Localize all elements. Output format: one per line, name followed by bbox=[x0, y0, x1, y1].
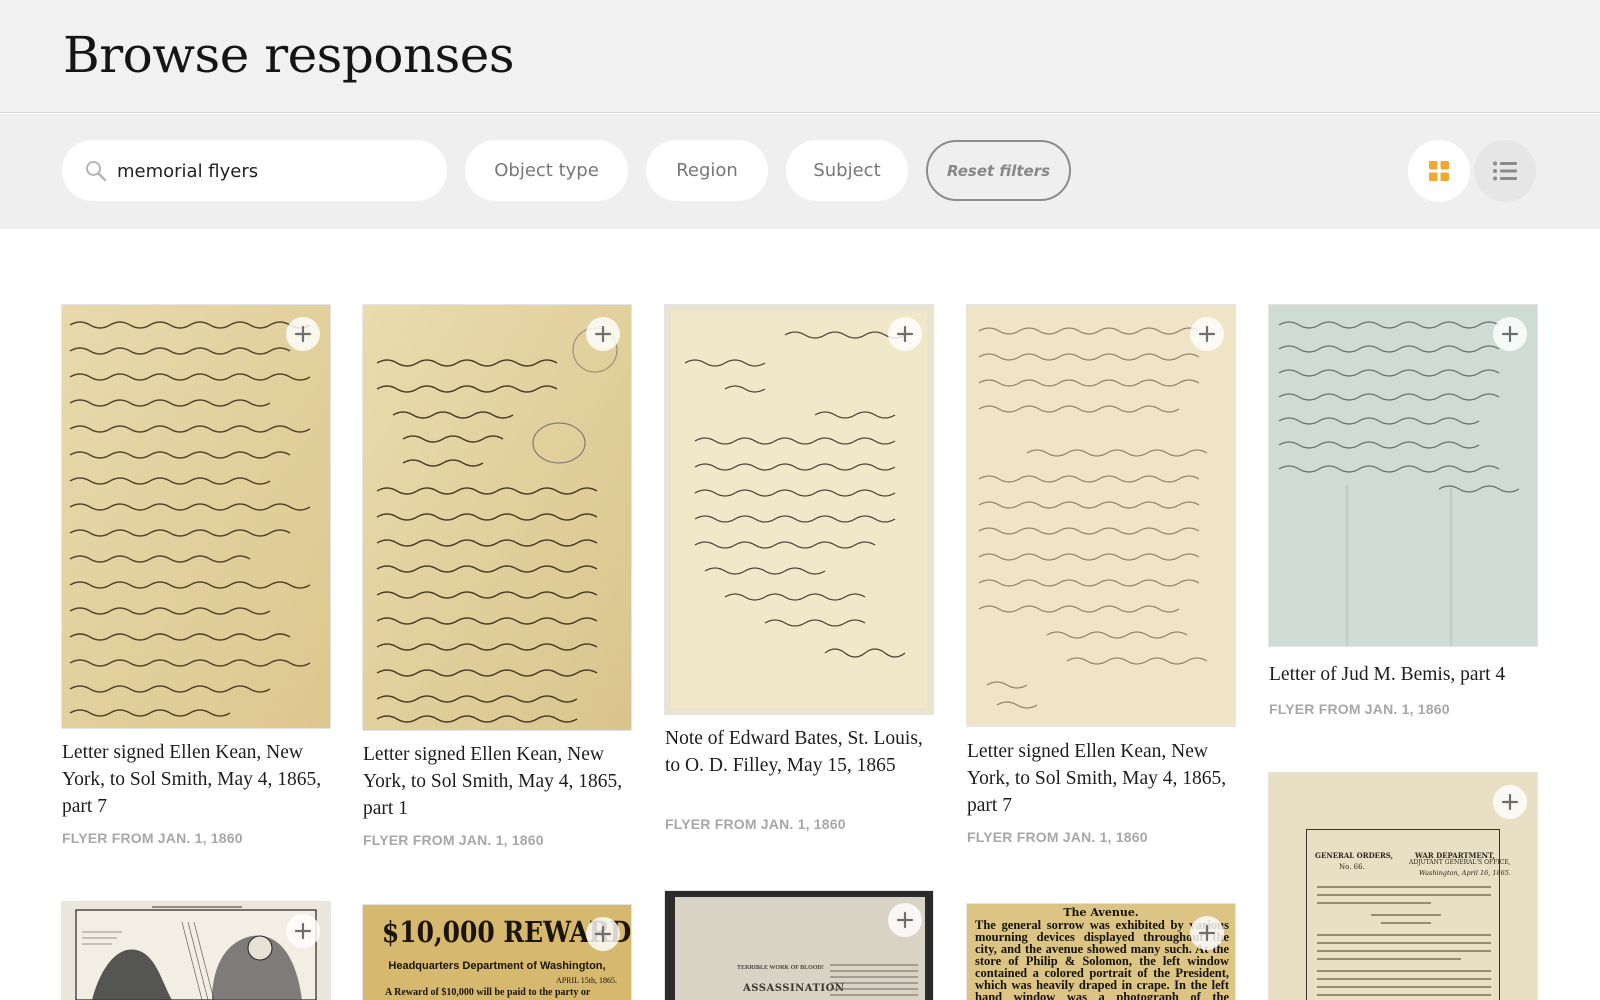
handwritten-letter-image bbox=[62, 305, 330, 728]
card-thumbnail[interactable] bbox=[1269, 305, 1537, 646]
add-to-collection-button[interactable] bbox=[286, 914, 320, 948]
add-to-collection-button[interactable] bbox=[888, 903, 922, 937]
plus-icon bbox=[594, 325, 612, 343]
grid-icon bbox=[1429, 161, 1449, 181]
add-to-collection-button[interactable] bbox=[888, 317, 922, 351]
card-thumbnail[interactable]: GENERAL ORDERS, No. 66. WAR DEPARTMENT, … bbox=[1269, 773, 1537, 1000]
result-card[interactable]: Letter signed Ellen Kean, New York, to S… bbox=[62, 305, 330, 846]
result-card[interactable]: Letter signed Ellen Kean, New York, to S… bbox=[363, 305, 631, 850]
orders-text-lines bbox=[1317, 886, 1491, 996]
add-to-collection-button[interactable] bbox=[1493, 785, 1527, 819]
object-type-filter[interactable]: Object type bbox=[465, 140, 628, 201]
card-thumbnail[interactable] bbox=[62, 305, 330, 728]
result-card[interactable]: GENERAL ORDERS, No. 66. WAR DEPARTMENT, … bbox=[1269, 773, 1537, 1000]
handwritten-letter-image bbox=[1269, 305, 1537, 646]
card-thumbnail[interactable] bbox=[62, 902, 330, 1000]
card-title[interactable]: Letter signed Ellen Kean, New York, to S… bbox=[967, 738, 1235, 819]
reward-body: A Reward of $10,000 will be paid to the … bbox=[385, 987, 591, 998]
card-meta: FLYER FROM JAN. 1, 1860 bbox=[665, 816, 846, 832]
plus-icon bbox=[896, 911, 914, 929]
orders-office: ADJUTANT GENERAL'S OFFICE, bbox=[1409, 859, 1511, 866]
clipping-kicker: TERRIBLE WORK OF BLOOD! bbox=[737, 965, 824, 971]
result-card[interactable]: TERRIBLE WORK OF BLOOD! ASSASSINATION bbox=[665, 891, 933, 1000]
card-thumbnail[interactable] bbox=[665, 305, 933, 714]
card-meta: FLYER FROM JAN. 1, 1860 bbox=[1269, 701, 1450, 717]
card-thumbnail[interactable] bbox=[363, 305, 631, 730]
card-thumbnail[interactable]: The Avenue. The general sorrow was exhib… bbox=[967, 904, 1235, 1000]
page-header: Browse responses bbox=[0, 0, 1600, 113]
card-thumbnail[interactable]: TERRIBLE WORK OF BLOOD! ASSASSINATION bbox=[665, 891, 933, 1000]
card-meta: FLYER FROM JAN. 1, 1860 bbox=[967, 829, 1148, 845]
reward-date: APRIL 15th, 1865. bbox=[555, 976, 617, 985]
card-meta: FLYER FROM JAN. 1, 1860 bbox=[363, 832, 544, 848]
reset-filters-button[interactable]: Reset filters bbox=[926, 140, 1071, 201]
plus-icon bbox=[294, 325, 312, 343]
orders-number: No. 66. bbox=[1339, 863, 1365, 871]
plus-icon bbox=[594, 925, 612, 943]
result-card[interactable] bbox=[62, 902, 330, 1000]
card-thumbnail[interactable]: $10,000 REWARD Headquarters Department o… bbox=[363, 905, 631, 1000]
search-box[interactable] bbox=[62, 140, 447, 201]
result-card[interactable]: Letter of Jud M. Bemis, part 4 FLYER FRO… bbox=[1269, 305, 1537, 725]
card-meta: FLYER FROM JAN. 1, 1860 bbox=[62, 830, 243, 846]
card-title[interactable]: Letter signed Ellen Kean, New York, to S… bbox=[363, 741, 631, 822]
list-view-button[interactable] bbox=[1474, 140, 1536, 202]
card-title[interactable]: Note of Edward Bates, St. Louis, to O. D… bbox=[665, 725, 933, 779]
handwritten-letter-image bbox=[967, 305, 1235, 726]
plus-icon bbox=[294, 922, 312, 940]
orders-place: Washington, April 16, 1865. bbox=[1419, 869, 1511, 877]
add-to-collection-button[interactable] bbox=[1493, 317, 1527, 351]
list-icon bbox=[1493, 161, 1517, 181]
clipping-text-lines bbox=[830, 964, 918, 996]
result-card[interactable]: Letter signed Ellen Kean, New York, to S… bbox=[967, 305, 1235, 845]
search-input[interactable] bbox=[117, 154, 427, 188]
handwritten-note-image bbox=[665, 305, 933, 714]
plus-icon bbox=[896, 325, 914, 343]
orders-heading: GENERAL ORDERS, bbox=[1315, 851, 1394, 860]
subject-filter[interactable]: Subject bbox=[786, 140, 908, 201]
results-grid: Letter signed Ellen Kean, New York, to S… bbox=[0, 229, 1600, 1000]
page-title: Browse responses bbox=[63, 26, 515, 84]
card-thumbnail[interactable] bbox=[967, 305, 1235, 726]
add-to-collection-button[interactable] bbox=[286, 317, 320, 351]
add-to-collection-button[interactable] bbox=[1190, 317, 1224, 351]
region-filter[interactable]: Region bbox=[646, 140, 768, 201]
add-to-collection-button[interactable] bbox=[586, 917, 620, 951]
grid-view-button[interactable] bbox=[1408, 140, 1470, 202]
engraving-image bbox=[75, 906, 317, 1000]
result-card[interactable]: Note of Edward Bates, St. Louis, to O. D… bbox=[665, 305, 933, 835]
handwritten-letter-image bbox=[363, 305, 631, 730]
reward-headline: $10,000 REWARD bbox=[381, 915, 631, 949]
card-title[interactable]: Letter signed Ellen Kean, New York, to S… bbox=[62, 739, 330, 820]
add-to-collection-button[interactable] bbox=[1190, 916, 1224, 950]
card-title[interactable]: Letter of Jud M. Bemis, part 4 bbox=[1269, 661, 1537, 688]
result-card[interactable]: The Avenue. The general sorrow was exhib… bbox=[967, 904, 1235, 1000]
plus-icon bbox=[1198, 924, 1216, 942]
add-to-collection-button[interactable] bbox=[586, 317, 620, 351]
search-icon bbox=[86, 161, 107, 182]
plus-icon bbox=[1501, 325, 1519, 343]
result-card[interactable]: $10,000 REWARD Headquarters Department o… bbox=[363, 905, 631, 1000]
plus-icon bbox=[1501, 793, 1519, 811]
plus-icon bbox=[1198, 325, 1216, 343]
reward-subheading: Headquarters Department of Washington, bbox=[388, 960, 606, 972]
filter-bar: Object type Region Subject Reset filters bbox=[0, 114, 1600, 229]
